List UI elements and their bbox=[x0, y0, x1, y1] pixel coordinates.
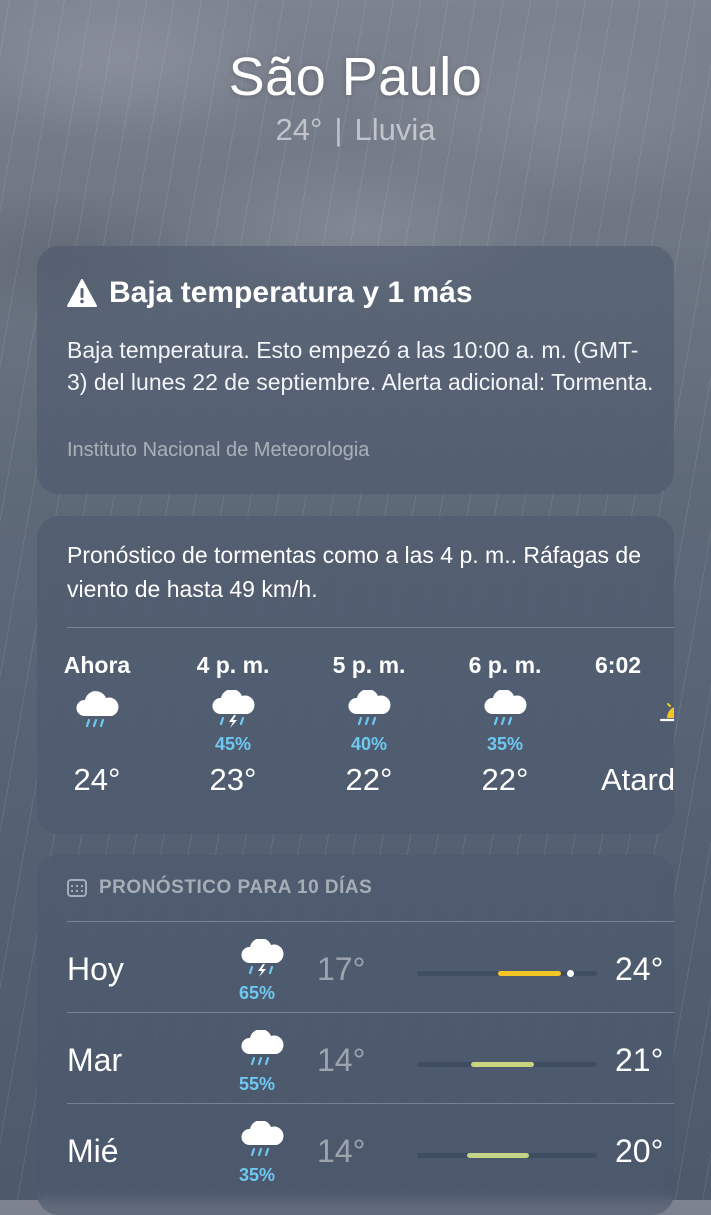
day-row[interactable]: Mar 55% 14° 21° bbox=[67, 1012, 674, 1103]
precip-chance: 35% bbox=[486, 734, 524, 754]
sunset-icon bbox=[659, 703, 674, 722]
cloud-rain-icon bbox=[348, 690, 391, 726]
alert-source: Instituto Nacional de Meteorologia bbox=[67, 439, 370, 461]
temp-range-bar bbox=[417, 1062, 597, 1067]
divider bbox=[67, 627, 674, 628]
precip-chance: 55% bbox=[238, 1074, 276, 1094]
low-temp: 17° bbox=[317, 951, 366, 987]
cloud-rain-icon bbox=[241, 1030, 284, 1066]
temp-range-fill bbox=[498, 971, 561, 976]
high-temp: 21° bbox=[615, 1042, 664, 1078]
temp-range-bar bbox=[417, 970, 597, 977]
alert-title-text: Baja temperatura y 1 más bbox=[109, 276, 473, 309]
alert-title: Baja temperatura y 1 más bbox=[67, 276, 473, 310]
low-temp: 14° bbox=[317, 1133, 366, 1169]
hour-item[interactable]: 6 p. m. 35% 22° bbox=[455, 652, 555, 798]
precip-chance: 40% bbox=[350, 734, 388, 754]
precip-chance: 35% bbox=[238, 1165, 276, 1185]
calendar-icon bbox=[67, 879, 87, 897]
hour-item[interactable]: 5 p. m. 40% 22° bbox=[319, 652, 419, 798]
high-temp: 24° bbox=[615, 951, 664, 987]
cloud-rain-icon bbox=[76, 691, 119, 728]
current-temp-marker bbox=[567, 970, 574, 977]
alert-description: Baja temperatura. Esto empezó a las 10:0… bbox=[67, 337, 654, 395]
cloud-rain-icon bbox=[484, 690, 527, 726]
day-name: Mié bbox=[67, 1133, 119, 1169]
summary-separator: | bbox=[334, 112, 343, 147]
hour-item[interactable]: 6:02 Atardecer bbox=[595, 652, 674, 798]
day-name: Hoy bbox=[67, 951, 124, 987]
ten-day-title: PRONÓSTICO PARA 10 DÍAS bbox=[99, 877, 373, 898]
hourly-description: Pronóstico de tormentas como a las 4 p. … bbox=[67, 542, 642, 602]
hour-time: 4 p. m. bbox=[196, 652, 270, 678]
precip-chance bbox=[47, 734, 147, 756]
warning-icon bbox=[67, 279, 97, 307]
divider bbox=[67, 921, 674, 922]
divider bbox=[67, 1012, 674, 1013]
precip-chance: 45% bbox=[214, 734, 252, 754]
ten-day-header: PRONÓSTICO PARA 10 DÍAS bbox=[67, 877, 372, 899]
hour-item[interactable]: Ahora 24° bbox=[47, 652, 147, 798]
hour-time: 6 p. m. bbox=[468, 652, 542, 678]
ten-day-forecast-card[interactable]: PRONÓSTICO PARA 10 DÍAS Hoy 65% 17° 24° … bbox=[37, 855, 674, 1215]
cloud-bolt-rain-icon bbox=[212, 690, 255, 728]
hourly-forecast-card[interactable]: Pronóstico de tormentas como a las 4 p. … bbox=[37, 516, 674, 834]
current-summary: 24° | Lluvia bbox=[0, 112, 711, 148]
day-row[interactable]: Mié 35% 14° 20° bbox=[67, 1103, 674, 1194]
precip-chance bbox=[595, 734, 674, 756]
cloud-rain-icon bbox=[241, 1121, 284, 1157]
hour-temp: 23° bbox=[209, 762, 257, 797]
current-condition: Lluvia bbox=[354, 112, 436, 147]
hour-temp: 24° bbox=[73, 762, 121, 797]
hour-temp: Atardecer bbox=[601, 762, 674, 797]
hour-time: 5 p. m. bbox=[332, 652, 406, 678]
hour-temp: 22° bbox=[345, 762, 393, 797]
hour-item[interactable]: 4 p. m. 45% 23° bbox=[183, 652, 283, 798]
low-temp: 14° bbox=[317, 1042, 366, 1078]
temp-range-fill bbox=[467, 1153, 529, 1158]
day-name: Mar bbox=[67, 1042, 123, 1078]
location-header: São Paulo 24° | Lluvia bbox=[0, 46, 711, 148]
cloud-bolt-rain-icon bbox=[241, 939, 284, 977]
temp-range-bar bbox=[417, 1153, 597, 1158]
current-temp: 24° bbox=[275, 112, 323, 147]
hour-time: Ahora bbox=[63, 652, 131, 678]
temp-range-fill bbox=[471, 1062, 534, 1067]
divider bbox=[67, 1103, 674, 1104]
precip-chance: 65% bbox=[238, 983, 276, 1003]
city-name: São Paulo bbox=[228, 47, 483, 107]
weather-alert-card[interactable]: Baja temperatura y 1 más Baja temperatur… bbox=[37, 246, 674, 494]
day-row[interactable]: Hoy 65% 17° 24° bbox=[67, 921, 674, 1012]
hour-temp: 22° bbox=[481, 762, 529, 797]
hour-time: 6:02 bbox=[595, 652, 642, 678]
high-temp: 20° bbox=[615, 1133, 664, 1169]
